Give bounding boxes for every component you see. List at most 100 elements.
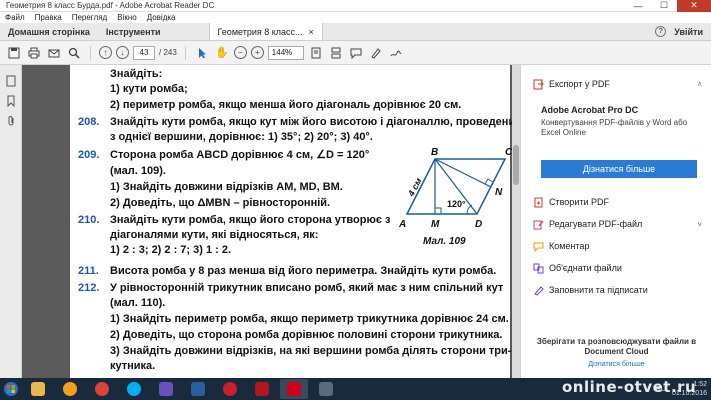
zoom-level-select[interactable]: 144% — [267, 45, 304, 60]
taskbar-app-icon[interactable] — [152, 379, 180, 399]
text-line: Знайдіть кути ромба, якщо кут між його в… — [110, 116, 520, 128]
rhombus-figure: B C N A M D 4 см 120° Мал. 109 — [398, 147, 513, 247]
comment-label: Коментар — [549, 241, 590, 251]
print-icon[interactable] — [26, 45, 42, 61]
combine-files-icon — [533, 263, 544, 274]
export-pdf-icon — [533, 79, 544, 90]
angle-label: 120° — [447, 199, 466, 209]
promo-text: Конвертування PDF-файлів у Word або Exce… — [541, 118, 688, 137]
window-title: Геометрия 8 класс Бурда.pdf - Adobe Acro… — [6, 1, 215, 10]
comment-item[interactable]: Коментар — [521, 237, 711, 255]
page-total: / 243 — [159, 48, 177, 57]
taskbar-skype-icon[interactable] — [120, 379, 148, 399]
text-line: Знайдіть: — [110, 68, 163, 80]
edit-pdf-item[interactable]: Редагувати PDF-файл ˅ — [521, 215, 711, 233]
page-number-input[interactable]: 43 — [133, 45, 155, 60]
taskbar-explorer-icon[interactable] — [24, 379, 52, 399]
bookmark-icon[interactable] — [5, 95, 17, 107]
search-icon[interactable] — [66, 45, 82, 61]
text-line: 1) кути ромба; — [110, 83, 188, 95]
tab-close-icon[interactable]: × — [309, 27, 314, 37]
taskbar-calc-icon[interactable] — [312, 379, 340, 399]
problem-number: 211. — [78, 265, 99, 277]
text-line: з однієї вершини, дорівнює: 1) 35°; 2) 2… — [110, 131, 373, 143]
left-navigation-rail — [0, 65, 22, 378]
tab-bar: Домашня сторінка Інструменти Геометрия 8… — [0, 23, 711, 41]
problem-number: 212. — [78, 282, 100, 294]
zoom-in-icon[interactable]: + — [250, 46, 264, 59]
learn-more-button[interactable]: Дізнатися більше — [541, 160, 697, 178]
text-line: У рівносторонній трикутник вписано ромб,… — [110, 282, 504, 294]
menu-bar: Файл Правка Перегляд Вікно Довідка — [0, 12, 711, 23]
scrollbar-thumb[interactable] — [513, 145, 519, 185]
chevron-down-icon[interactable]: ˅ — [697, 220, 702, 229]
vertical-scrollbar[interactable] — [512, 65, 520, 378]
attachment-icon[interactable] — [5, 115, 17, 127]
mail-icon[interactable] — [46, 45, 62, 61]
taskbar-chrome-icon[interactable] — [88, 379, 116, 399]
text-line: діагоналями кути, які відносяться, як: — [110, 229, 319, 241]
text-line: 2) Доведіть, що сторона ромба дорівнює п… — [110, 329, 503, 341]
chevron-up-icon[interactable]: ˄ — [697, 80, 702, 89]
export-pdf-item[interactable]: Експорт у PDF ˄ — [521, 75, 711, 93]
menu-view[interactable]: Перегляд — [67, 13, 113, 22]
maximize-button[interactable]: ☐ — [651, 0, 677, 12]
text-line: (мал. 110). — [110, 297, 166, 309]
menu-help[interactable]: Довідка — [142, 13, 181, 22]
highlight-icon[interactable] — [368, 45, 384, 61]
sign-icon[interactable] — [388, 45, 404, 61]
hand-tool-icon[interactable]: ✋ — [214, 45, 230, 61]
taskbar-flash-icon[interactable] — [248, 379, 276, 399]
text-line: 1) Знайдіть довжини відрізків AM, MD, BM… — [110, 181, 343, 193]
create-pdf-label: Створити PDF — [549, 197, 609, 207]
vertex-label: B — [431, 147, 438, 158]
menu-file[interactable]: Файл — [0, 13, 30, 22]
help-icon[interactable]: ? — [655, 26, 667, 37]
prev-page-icon[interactable]: ↑ — [99, 46, 112, 59]
footer-learn-more-link[interactable]: Дізнатися більше — [531, 360, 702, 370]
tab-home[interactable]: Домашня сторінка — [0, 23, 98, 40]
close-button[interactable]: ✕ — [677, 0, 711, 12]
text-line: Знайдіть кути ромба, якщо його сторона у… — [110, 214, 391, 226]
page-thumbnails-icon[interactable] — [5, 75, 17, 87]
document-viewport[interactable]: Знайдіть: 1) кути ромба; 2) периметр ром… — [22, 65, 520, 378]
fill-sign-item[interactable]: Заповнити та підписати — [521, 281, 711, 299]
start-button[interactable] — [0, 378, 22, 400]
problem-number: 208. — [78, 116, 100, 128]
create-pdf-icon — [533, 197, 544, 208]
menu-window[interactable]: Вікно — [112, 13, 141, 22]
vertex-label: M — [431, 219, 440, 230]
fill-sign-label: Заповнити та підписати — [549, 285, 648, 295]
tab-tools[interactable]: Інструменти — [98, 23, 169, 40]
menu-edit[interactable]: Правка — [30, 13, 67, 22]
zoom-out-icon[interactable]: − — [233, 46, 247, 59]
create-pdf-item[interactable]: Створити PDF — [521, 193, 711, 211]
select-cursor-icon[interactable] — [194, 45, 210, 61]
fit-page-icon[interactable] — [308, 45, 324, 61]
edit-pdf-icon — [533, 219, 544, 230]
comment-icon[interactable] — [348, 45, 364, 61]
export-pdf-label: Експорт у PDF — [549, 79, 610, 89]
problem-number: 210. — [78, 214, 100, 226]
fill-sign-icon — [533, 285, 544, 296]
pdf-page: Знайдіть: 1) кути ромба; 2) периметр ром… — [70, 65, 520, 378]
minimize-button[interactable]: — — [625, 0, 651, 12]
taskbar-photoshop-icon[interactable] — [184, 379, 212, 399]
text-line: 2) Доведіть, що ΔMBN – рівносторонній. — [110, 197, 331, 209]
figure-caption: Мал. 109 — [423, 236, 466, 247]
vertex-label: N — [495, 187, 503, 198]
vertex-label: A — [398, 219, 406, 230]
promo-block: Adobe Acrobat Pro DC Конвертування PDF-ф… — [541, 105, 701, 138]
text-line: 3) Знайдіть довжини відрізків, на які ве… — [110, 345, 512, 357]
next-page-icon[interactable]: ↓ — [116, 46, 129, 59]
signin-button[interactable]: Увійти — [674, 27, 703, 37]
taskbar-acrobat-icon[interactable] — [280, 379, 308, 399]
taskbar-media-icon[interactable] — [56, 379, 84, 399]
text-line: (мал. 109). — [110, 165, 166, 177]
scroll-mode-icon[interactable] — [328, 45, 344, 61]
taskbar-opera-icon[interactable] — [216, 379, 244, 399]
text-line: кутника. — [110, 360, 156, 372]
combine-files-item[interactable]: Об'єднати файли — [521, 259, 711, 277]
save-icon[interactable] — [6, 45, 22, 61]
tab-document[interactable]: Геометрия 8 класс... × — [208, 23, 323, 40]
